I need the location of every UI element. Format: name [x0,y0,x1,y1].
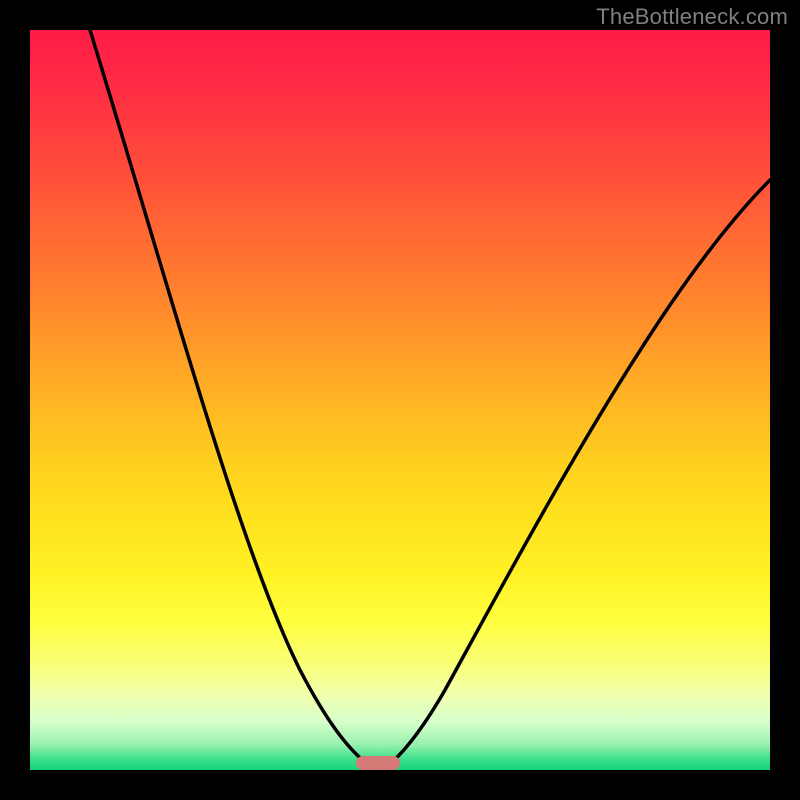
bottleneck-curve [30,30,770,770]
watermark-text: TheBottleneck.com [596,4,788,30]
plot-area [30,30,770,770]
optimal-point-marker [356,756,400,770]
chart-frame: TheBottleneck.com [0,0,800,800]
curve-path [90,30,770,768]
